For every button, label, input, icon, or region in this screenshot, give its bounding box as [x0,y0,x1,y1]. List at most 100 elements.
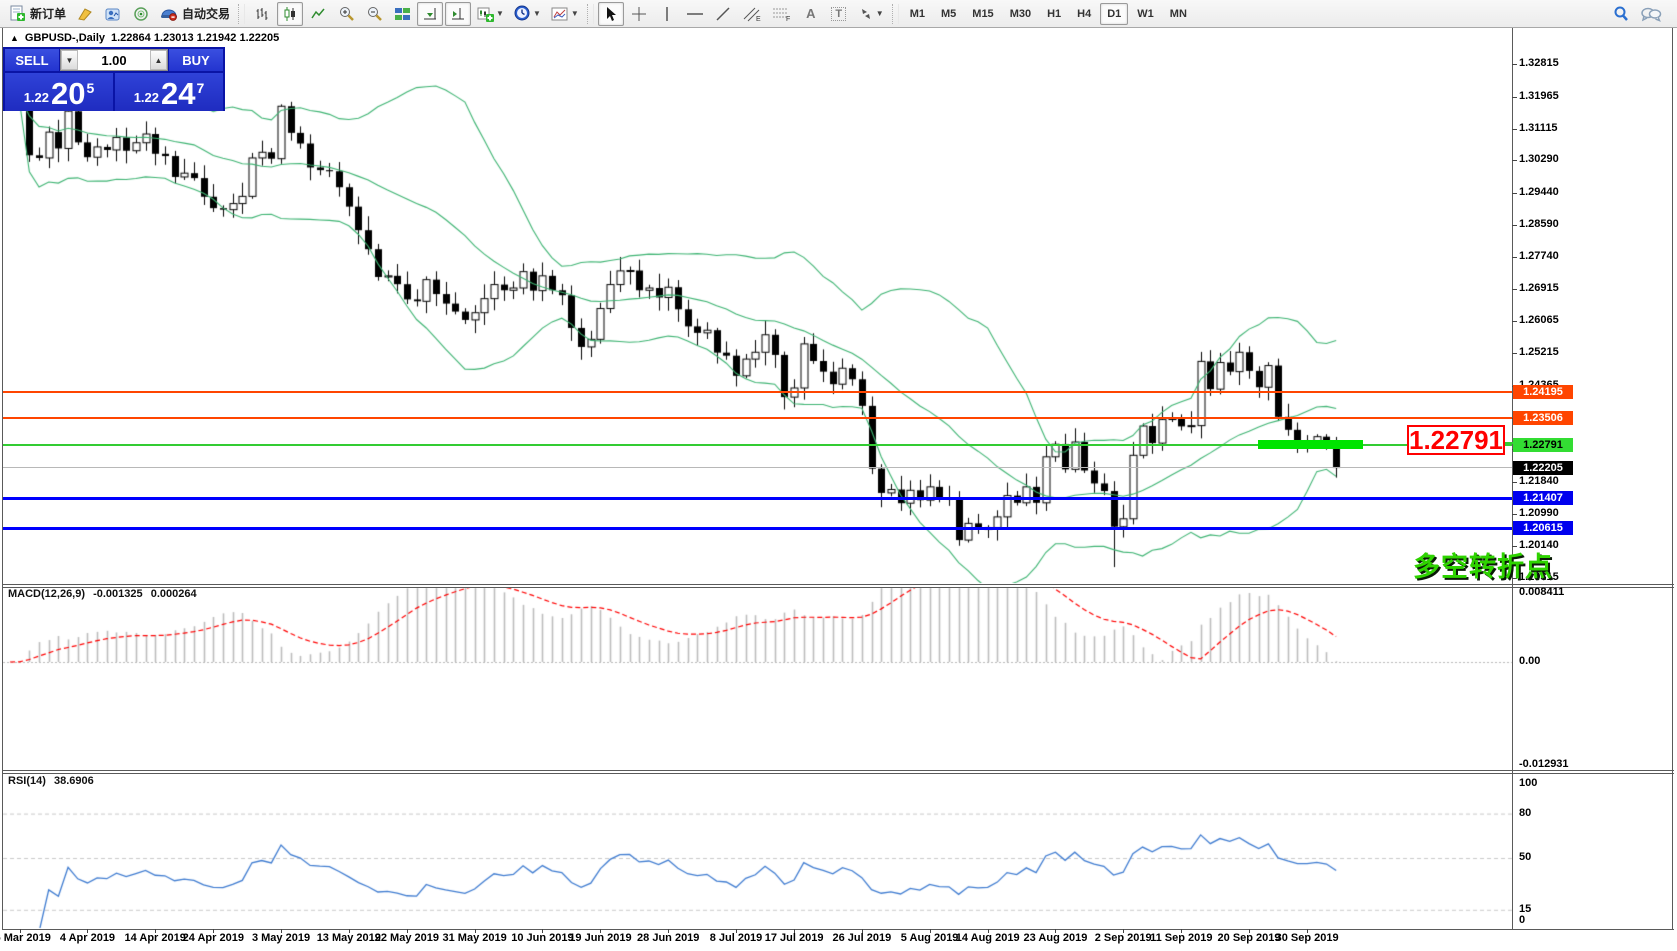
sell-price-sup: 5 [87,73,95,103]
vertical-line-tool-button[interactable] [654,2,680,26]
text-label-tool-button[interactable]: T [826,2,852,26]
highlight-zone[interactable] [1258,440,1363,449]
collapse-icon[interactable]: ▲ [10,33,19,43]
crosshair-icon [631,6,647,22]
chat-button[interactable] [1636,2,1666,26]
timeframe-m15[interactable]: M15 [965,3,1000,25]
timeframe-h1[interactable]: H1 [1040,3,1068,25]
new-chart-button[interactable]: ▼ [473,2,508,26]
timeframe-group: M1M5M15M30H1H4D1W1MN [902,3,1195,25]
timeframe-m30[interactable]: M30 [1003,3,1038,25]
trendline-icon [715,6,731,22]
signals-button[interactable] [128,2,154,26]
timeframe-m1[interactable]: M1 [903,3,932,25]
chart-shift-icon [450,6,466,22]
price-tick-label: 1.21840 [1519,475,1559,487]
text-tool-button[interactable]: A [798,2,824,26]
arrows-tool-button[interactable]: ▼ [854,2,888,26]
price-badge-1.23506: 1.23506 [1513,411,1573,425]
trendline-tool-button[interactable] [710,2,736,26]
panel-separator[interactable] [2,584,1674,585]
hline-1.23506[interactable] [3,417,1512,419]
chevron-down-icon: ▼ [876,9,884,18]
hline-1.21407[interactable] [3,497,1512,500]
buy-quote[interactable]: 1.22 24 7 [115,73,223,111]
price-tick-label: 1.26065 [1519,314,1559,326]
zoom-out-button[interactable] [361,2,387,26]
broadcast-icon [132,6,150,22]
hline-1.24195[interactable] [3,391,1512,393]
macd-value-signal: 0.000264 [151,588,197,600]
zoom-in-button[interactable] [333,2,359,26]
sell-button[interactable]: SELL [5,49,59,71]
price-callout-label[interactable]: 1.22791 [1407,425,1505,455]
line-chart-icon [310,6,326,22]
price-tick-label: 1.29440 [1519,186,1559,198]
fibonacci-tool-button[interactable]: F [768,2,796,26]
chart-shift-button[interactable] [445,2,471,26]
sell-quote[interactable]: 1.22 20 5 [5,73,113,111]
buy-price-prefix: 1.22 [134,88,159,108]
timeframe-h4[interactable]: H4 [1070,3,1098,25]
cursor-tool-button[interactable] [598,2,624,26]
crosshair-tool-button[interactable] [626,2,652,26]
price-badge-1.21407: 1.21407 [1513,491,1573,505]
panel-separator [2,929,1674,930]
trade-panel: SELL ▼ 1.00 ▲ BUY 1.22 20 5 1.22 24 7 [3,47,225,111]
buy-button[interactable]: BUY [169,49,223,71]
macd-axis-label: -0.012931 [1519,758,1569,770]
price-tick-label: 1.28590 [1519,218,1559,230]
styler-button[interactable] [72,2,98,26]
price-tick-label: 1.26915 [1519,282,1559,294]
timeframe-m5[interactable]: M5 [934,3,963,25]
rsi-name: RSI(14) [8,775,46,787]
timeframe-d1[interactable]: D1 [1100,3,1128,25]
template-button[interactable]: ▼ [547,2,583,26]
price-tick-mark [1512,289,1517,290]
chart-border [1672,28,1673,929]
bar-chart-button[interactable] [249,2,275,26]
price-tick-mark [1512,64,1517,65]
line-chart-button[interactable] [305,2,331,26]
macd-label: MACD(12,26,9) -0.001325 0.000264 [8,588,202,600]
period-button[interactable]: ▼ [510,2,545,26]
sell-price-big: 20 [51,80,85,108]
volume-stepper: ▼ 1.00 ▲ [60,49,168,71]
chart-canvas[interactable] [0,28,1677,951]
timeframe-mn[interactable]: MN [1163,3,1194,25]
channel-tool-button[interactable]: E [738,2,766,26]
hline-1.22205[interactable] [3,467,1512,468]
zoom-in-icon [338,5,355,22]
tile-windows-button[interactable] [389,2,415,26]
autotrading-icon [160,6,178,22]
chart-annotation[interactable]: 多空转折点 [1413,545,1553,584]
market-watch-icon [104,6,122,22]
text-icon: A [806,6,815,21]
chevron-down-icon: ▼ [496,9,504,18]
hline-1.20615[interactable] [3,527,1512,530]
price-tick-label: 1.20990 [1519,507,1559,519]
price-tick-label: 1.25215 [1519,346,1559,358]
market-watch-button[interactable] [100,2,126,26]
auto-scroll-button[interactable] [417,2,443,26]
price-tick-mark [1512,193,1517,194]
volume-decrease-button[interactable]: ▼ [61,50,78,70]
volume-input[interactable]: 1.00 [78,50,150,70]
chevron-down-icon: ▼ [571,9,579,18]
search-button[interactable] [1608,2,1634,26]
candlestick-chart-button[interactable] [277,2,303,26]
timeframe-w1[interactable]: W1 [1130,3,1161,25]
new-chart-icon [477,6,494,22]
price-tick-mark [1512,129,1517,130]
new-order-button[interactable]: 新订单 [5,2,70,26]
volume-increase-button[interactable]: ▲ [150,50,167,70]
price-tick-mark [1512,225,1517,226]
rsi-axis-label: 0 [1519,914,1525,926]
highlighter-icon [76,6,94,22]
text-label-icon: T [831,7,846,21]
horizontal-line-tool-button[interactable] [682,2,708,26]
autotrading-button[interactable]: 自动交易 [156,2,234,26]
price-tick-mark [1512,321,1517,322]
panel-separator[interactable] [2,770,1674,771]
rsi-axis-label: 80 [1519,807,1531,819]
